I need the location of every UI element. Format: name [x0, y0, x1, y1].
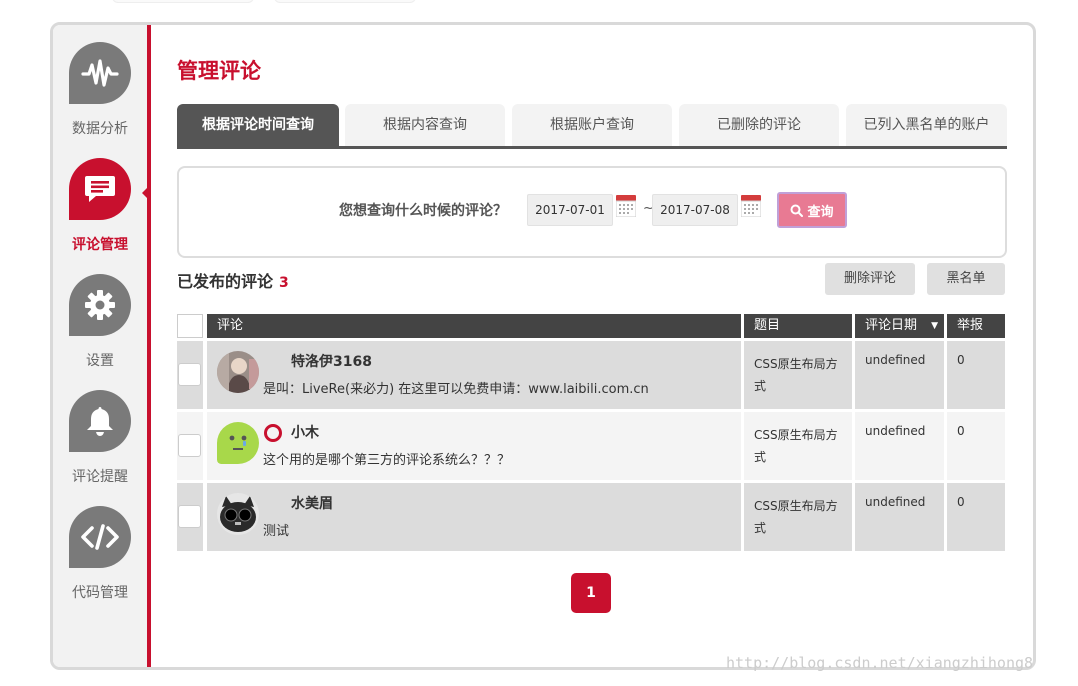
tab-by-content[interactable]: 根据内容查询 — [345, 104, 505, 146]
comment-author: 小木 — [291, 425, 319, 441]
gear-icon — [69, 274, 131, 336]
avatar — [217, 422, 259, 464]
table-row: 水美眉 测试 CSS原生布局方式 undefined 0 — [177, 483, 1007, 551]
row-checkbox[interactable] — [178, 363, 201, 386]
table-row: 特洛伊3168 是叫：LiveRe(来必力) 在这里可以免费申请：www.lai… — [177, 341, 1007, 409]
comment-text: 测试 — [263, 524, 290, 539]
comment-cell: 水美眉 测试 — [207, 483, 741, 551]
published-count: 3 — [279, 275, 289, 291]
search-button[interactable]: 查询 — [777, 192, 847, 228]
tab-deleted[interactable]: 已删除的评论 — [679, 104, 839, 146]
sidebar-item-settings[interactable]: 设置 — [53, 274, 147, 370]
query-panel: 您想查询什么时候的评论？ 2017-07-01 ~ 2017-07-08 查询 — [177, 166, 1007, 258]
date-cell: undefined — [855, 412, 944, 480]
tab-by-account[interactable]: 根据账户查询 — [512, 104, 672, 146]
sidebar-item-comments[interactable]: 评论管理 — [53, 158, 147, 254]
date-cell: undefined — [855, 483, 944, 551]
comment-icon — [69, 158, 131, 220]
comment-text: 是叫：LiveRe(来必力) 在这里可以免费申请：www.laibili.com… — [263, 382, 649, 397]
sidebar-item-label: 评论提醒 — [72, 469, 128, 485]
query-label: 您想查询什么时候的评论？ — [339, 203, 507, 219]
sort-down-icon: ▼ — [931, 321, 938, 331]
row-checkbox[interactable] — [178, 505, 201, 528]
subject-cell: CSS原生布局方式 — [744, 483, 852, 551]
search-icon — [790, 204, 804, 217]
date-cell: undefined — [855, 341, 944, 409]
comment-cell: 小木 这个用的是哪个第三方的评论系统么？？？ — [207, 412, 741, 480]
app-frame: 数据分析 评论管理 设置 评论提醒 代码管理 管理评论 根据评论时间查询 根据内… — [50, 22, 1036, 670]
sidebar-item-label: 评论管理 — [72, 237, 128, 253]
browser-tab-ghost — [112, 0, 254, 3]
sidebar: 数据分析 评论管理 设置 评论提醒 代码管理 — [53, 25, 151, 667]
page-1-button[interactable]: 1 — [571, 573, 611, 613]
waveform-icon — [69, 42, 131, 104]
avatar — [217, 351, 259, 393]
tab-bar: 根据评论时间查询 根据内容查询 根据账户查询 已删除的评论 已列入黑名单的账户 — [177, 104, 1007, 149]
table-row: 小木 这个用的是哪个第三方的评论系统么？？？ CSS原生布局方式 undefin… — [177, 412, 1007, 480]
row-checkbox-cell — [177, 341, 203, 409]
blacklist-button[interactable]: 黑名单 — [927, 263, 1005, 295]
subject-cell: CSS原生布局方式 — [744, 412, 852, 480]
report-cell: 0 — [947, 412, 1005, 480]
calendar-icon[interactable] — [616, 195, 636, 217]
verified-badge-icon — [264, 424, 282, 442]
tab-blacklisted[interactable]: 已列入黑名单的账户 — [846, 104, 1007, 146]
sidebar-item-analytics[interactable]: 数据分析 — [53, 42, 147, 138]
header-subject: 题目 — [744, 314, 852, 338]
table-header: 评论 题目 评论日期 ▼ 举报 — [177, 314, 1007, 338]
report-cell: 0 — [947, 483, 1005, 551]
subject-cell: CSS原生布局方式 — [744, 341, 852, 409]
active-indicator — [142, 185, 150, 201]
header-report: 举报 — [947, 314, 1005, 338]
page-title: 管理评论 — [177, 59, 261, 83]
sidebar-item-notifications[interactable]: 评论提醒 — [53, 390, 147, 486]
bell-icon — [69, 390, 131, 452]
tab-by-time[interactable]: 根据评论时间查询 — [177, 104, 339, 146]
row-checkbox-cell — [177, 412, 203, 480]
calendar-icon[interactable] — [741, 195, 761, 217]
sidebar-item-label: 代码管理 — [72, 585, 128, 601]
sidebar-item-label: 设置 — [86, 353, 114, 369]
published-title: 已发布的评论 — [177, 272, 274, 291]
header-comment: 评论 — [207, 314, 741, 338]
report-cell: 0 — [947, 341, 1005, 409]
end-date-input[interactable]: 2017-07-08 — [652, 194, 738, 226]
sidebar-item-label: 数据分析 — [72, 121, 128, 137]
comment-author: 特洛伊3168 — [291, 354, 372, 370]
header-date[interactable]: 评论日期 ▼ — [855, 314, 944, 338]
avatar — [217, 493, 259, 535]
sidebar-item-code[interactable]: 代码管理 — [53, 506, 147, 602]
row-checkbox-cell — [177, 483, 203, 551]
start-date-input[interactable]: 2017-07-01 — [527, 194, 613, 226]
comment-author: 水美眉 — [291, 496, 333, 512]
main-content: 管理评论 根据评论时间查询 根据内容查询 根据账户查询 已删除的评论 已列入黑名… — [177, 25, 1033, 667]
delete-comment-button[interactable]: 删除评论 — [825, 263, 915, 295]
row-checkbox[interactable] — [178, 434, 201, 457]
comment-cell: 特洛伊3168 是叫：LiveRe(来必力) 在这里可以免费申请：www.lai… — [207, 341, 741, 409]
comment-text: 这个用的是哪个第三方的评论系统么？？？ — [263, 453, 511, 468]
watermark: http://blog.csdn.net/xiangzhihong8 — [726, 654, 1034, 672]
published-heading: 已发布的评论 3 — [177, 268, 289, 292]
select-all-checkbox[interactable] — [177, 314, 203, 338]
browser-tab-ghost — [274, 0, 416, 3]
code-icon — [69, 506, 131, 568]
search-button-label: 查询 — [807, 204, 834, 220]
header-date-label: 评论日期 — [865, 318, 918, 333]
